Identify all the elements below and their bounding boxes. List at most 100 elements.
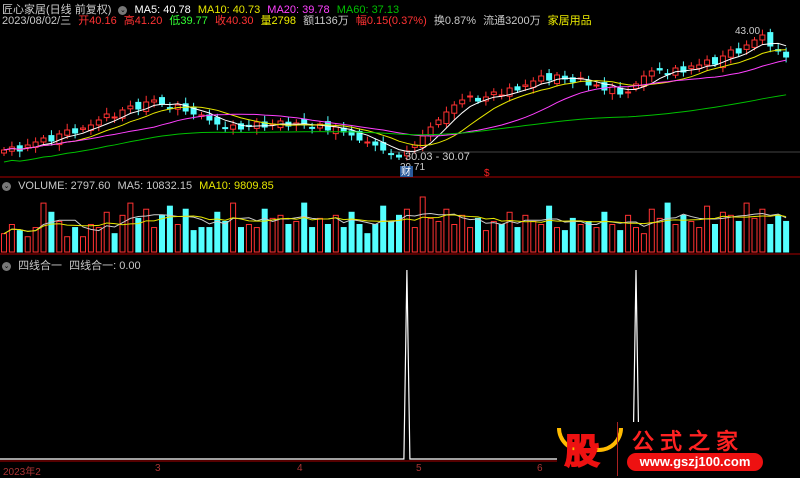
- candle: [593, 84, 600, 87]
- candle: [301, 118, 308, 126]
- candle: [783, 51, 790, 58]
- watermark-logo: 股 公式之家 www.gszj100.com: [557, 422, 800, 476]
- volume-bar: [380, 205, 387, 253]
- candle: [40, 137, 47, 143]
- volume-bar: [56, 220, 63, 253]
- volume-bar: [64, 236, 71, 253]
- volume-bar: [475, 217, 481, 253]
- volume-bar: [32, 227, 39, 253]
- axis-label: 4: [297, 463, 303, 474]
- volume-bar: [530, 220, 537, 253]
- candle: [103, 113, 110, 119]
- candle: [664, 73, 671, 76]
- candle: [206, 114, 213, 121]
- volume-bar: [348, 211, 355, 253]
- ma10-line: [3, 49, 787, 151]
- volume-bar: [174, 224, 181, 253]
- low: 低39.77: [169, 15, 208, 27]
- low-annotation: 29.71: [400, 162, 425, 173]
- candle: [704, 59, 711, 66]
- sector[interactable]: 家居用品: [548, 15, 592, 27]
- candle: [411, 144, 418, 148]
- candle: [443, 111, 450, 125]
- candle: [380, 142, 387, 151]
- candle: [609, 86, 616, 95]
- signal-name: 四线合一: [18, 260, 63, 272]
- candle: [546, 73, 553, 81]
- candle: [340, 127, 347, 133]
- candle: [467, 95, 474, 98]
- candle: [554, 74, 560, 85]
- candle: [775, 49, 782, 52]
- candle: [372, 141, 379, 146]
- candle: [459, 99, 466, 105]
- candle: [309, 126, 316, 129]
- candle: [190, 106, 197, 115]
- volume-bar: [443, 208, 450, 253]
- volume-bar: [593, 227, 600, 253]
- candle: [427, 126, 434, 137]
- volume-bar: [388, 220, 395, 253]
- float-shares: 流通3200万: [483, 15, 541, 27]
- axis-label: 5: [416, 463, 422, 474]
- candle: [403, 150, 410, 157]
- candle: [356, 130, 363, 141]
- candle: [482, 96, 489, 102]
- candle: [317, 123, 323, 129]
- volume-bar: [633, 227, 639, 253]
- volume-bar: [664, 202, 671, 253]
- volume-bar: [324, 224, 331, 253]
- volume-bar: [577, 224, 584, 253]
- candle: [269, 123, 276, 126]
- candle: [648, 70, 655, 77]
- volume-bar: [95, 227, 102, 253]
- volume-bar: [498, 224, 505, 253]
- volume-bar: [672, 224, 679, 253]
- event-marker[interactable]: $: [484, 168, 490, 179]
- candle: [522, 84, 529, 87]
- candle: [601, 82, 608, 91]
- candle: [759, 34, 766, 41]
- stock-chart[interactable]: 43.00 29.71 30.03 - 30.07 财 $: [0, 0, 800, 476]
- chevron-down-icon[interactable]: ⌄: [2, 261, 11, 271]
- candle: [577, 77, 584, 80]
- logo-url: www.gszj100.com: [627, 453, 763, 471]
- volume-bar: [561, 230, 568, 253]
- volume-bar: [364, 233, 371, 253]
- volume-bar: [159, 214, 165, 253]
- candle: [696, 64, 703, 69]
- finance-badge[interactable]: [400, 166, 413, 177]
- volume-bar: [617, 230, 624, 253]
- candle: [640, 75, 647, 87]
- axis-label: 6: [537, 463, 543, 474]
- candle: [364, 141, 371, 144]
- candle: [56, 133, 63, 146]
- volume-bar: [403, 208, 410, 253]
- candle: [538, 75, 545, 82]
- vol-ma5: MA5: 10832.15: [117, 180, 193, 192]
- candle: [261, 121, 268, 128]
- volume-bar: [135, 217, 142, 253]
- volume-bar: [640, 233, 647, 253]
- volume-bar: [775, 214, 782, 253]
- chevron-down-icon[interactable]: ⌄: [2, 181, 11, 191]
- volume-bar: [751, 217, 758, 253]
- candle: [293, 122, 300, 126]
- range-annotation: 30.03 - 30.07: [405, 151, 470, 163]
- volume-bar: [222, 220, 229, 253]
- volume-label: ⌄ VOLUME: 2797.60 MA5: 10832.15 MA10: 98…: [2, 180, 278, 192]
- volume-bar: [356, 224, 363, 253]
- candle: [475, 97, 481, 102]
- volume-bar: [317, 217, 323, 253]
- volume-bar: [309, 227, 316, 253]
- volume-bar: [514, 227, 521, 253]
- candle: [72, 128, 79, 134]
- candle: [490, 91, 497, 96]
- volume-bar: [625, 214, 632, 253]
- volume-bar: [80, 236, 86, 253]
- candle: [735, 48, 742, 54]
- volume-bar: [680, 214, 687, 253]
- candle: [514, 86, 521, 91]
- candle: [585, 79, 592, 86]
- candle: [388, 153, 395, 156]
